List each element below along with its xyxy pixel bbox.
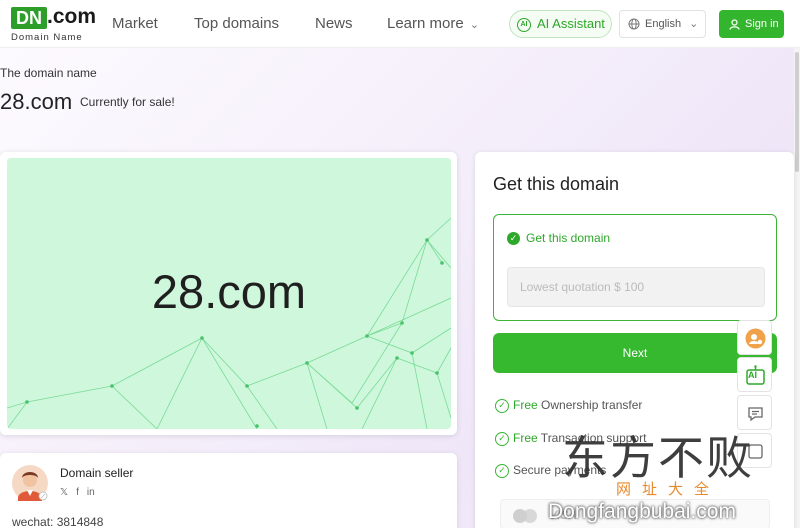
- sign-in-button[interactable]: Sign in: [719, 10, 784, 38]
- watermark-sub-text: 网址大全: [616, 481, 721, 498]
- sale-status: Currently for sale!: [80, 95, 175, 109]
- nav-news[interactable]: News: [315, 15, 353, 32]
- site-logo[interactable]: DN .com Domain Name: [11, 5, 101, 44]
- check-circle-icon: ✓: [507, 232, 520, 246]
- top-navigation-bar: DN .com Domain Name Market Top domains N…: [0, 0, 800, 48]
- seller-wechat: wechat: 3814848: [12, 515, 104, 528]
- ai-assistant-label: AI Assistant: [537, 16, 605, 31]
- ai-icon: AI: [517, 17, 531, 32]
- nav-top-domains[interactable]: Top domains: [194, 15, 279, 32]
- ai-robot-label: AI: [748, 370, 757, 380]
- feature-ownership-transfer: ✓ Free Ownership transfer: [495, 398, 642, 413]
- page-title-domain: 28.com: [0, 89, 73, 114]
- check-circle-icon: ✓: [495, 398, 509, 413]
- seller-title: Domain seller: [60, 466, 134, 480]
- next-button[interactable]: Next: [493, 333, 777, 373]
- purchase-option-label[interactable]: ✓ Get this domain: [507, 231, 610, 246]
- support-agent-icon: [745, 328, 766, 349]
- preview-domain-text: 28.com: [151, 265, 307, 318]
- seller-card: Domain seller 𝕏f in wechat: 3814848: [0, 453, 457, 528]
- chevron-down-icon: ⌄: [689, 18, 699, 30]
- linkedin-icon[interactable]: in: [87, 487, 95, 498]
- facebook-icon[interactable]: f: [76, 487, 79, 498]
- user-icon: [729, 18, 740, 30]
- domain-preview-banner: 28.com: [7, 158, 451, 429]
- purchase-option[interactable]: ✓ Get this domain: [493, 214, 777, 321]
- nav-learn-more[interactable]: Learn more ⌄: [387, 15, 479, 32]
- purchase-title: Get this domain: [493, 174, 620, 194]
- logo-suffix: .com: [47, 5, 97, 28]
- logo-mark: DN: [11, 7, 47, 29]
- watermark: 东方不败 网址大全 Dongfangbubai.com: [548, 420, 800, 528]
- ai-chat-button[interactable]: AI: [737, 357, 772, 392]
- globe-icon: [628, 18, 640, 30]
- nav-learn-more-label: Learn more: [387, 15, 464, 32]
- check-circle-icon: ✓: [495, 431, 509, 446]
- scrollbar-thumb[interactable]: [795, 52, 799, 172]
- language-label: English: [645, 18, 682, 30]
- mastercard-icon: [513, 509, 539, 523]
- x-icon[interactable]: 𝕏: [60, 487, 68, 498]
- ai-assistant-button[interactable]: AI AI Assistant: [509, 10, 612, 38]
- logo-subtitle: Domain Name: [11, 32, 83, 43]
- seller-social-links: 𝕏f in: [60, 487, 103, 498]
- quotation-input[interactable]: [507, 267, 765, 307]
- watermark-url: Dongfangbubai.com: [548, 500, 736, 523]
- language-selector[interactable]: English ⌄: [619, 10, 706, 38]
- support-agent-button[interactable]: [737, 320, 772, 355]
- domain-preview-card: 28.com: [0, 152, 457, 435]
- sign-in-label: Sign in: [745, 18, 779, 30]
- chevron-down-icon: ⌄: [469, 19, 479, 31]
- domain-intro-label: The domain name: [0, 66, 97, 80]
- check-circle-icon: ✓: [495, 463, 509, 478]
- nav-market[interactable]: Market: [112, 15, 158, 32]
- avatar: [12, 465, 48, 501]
